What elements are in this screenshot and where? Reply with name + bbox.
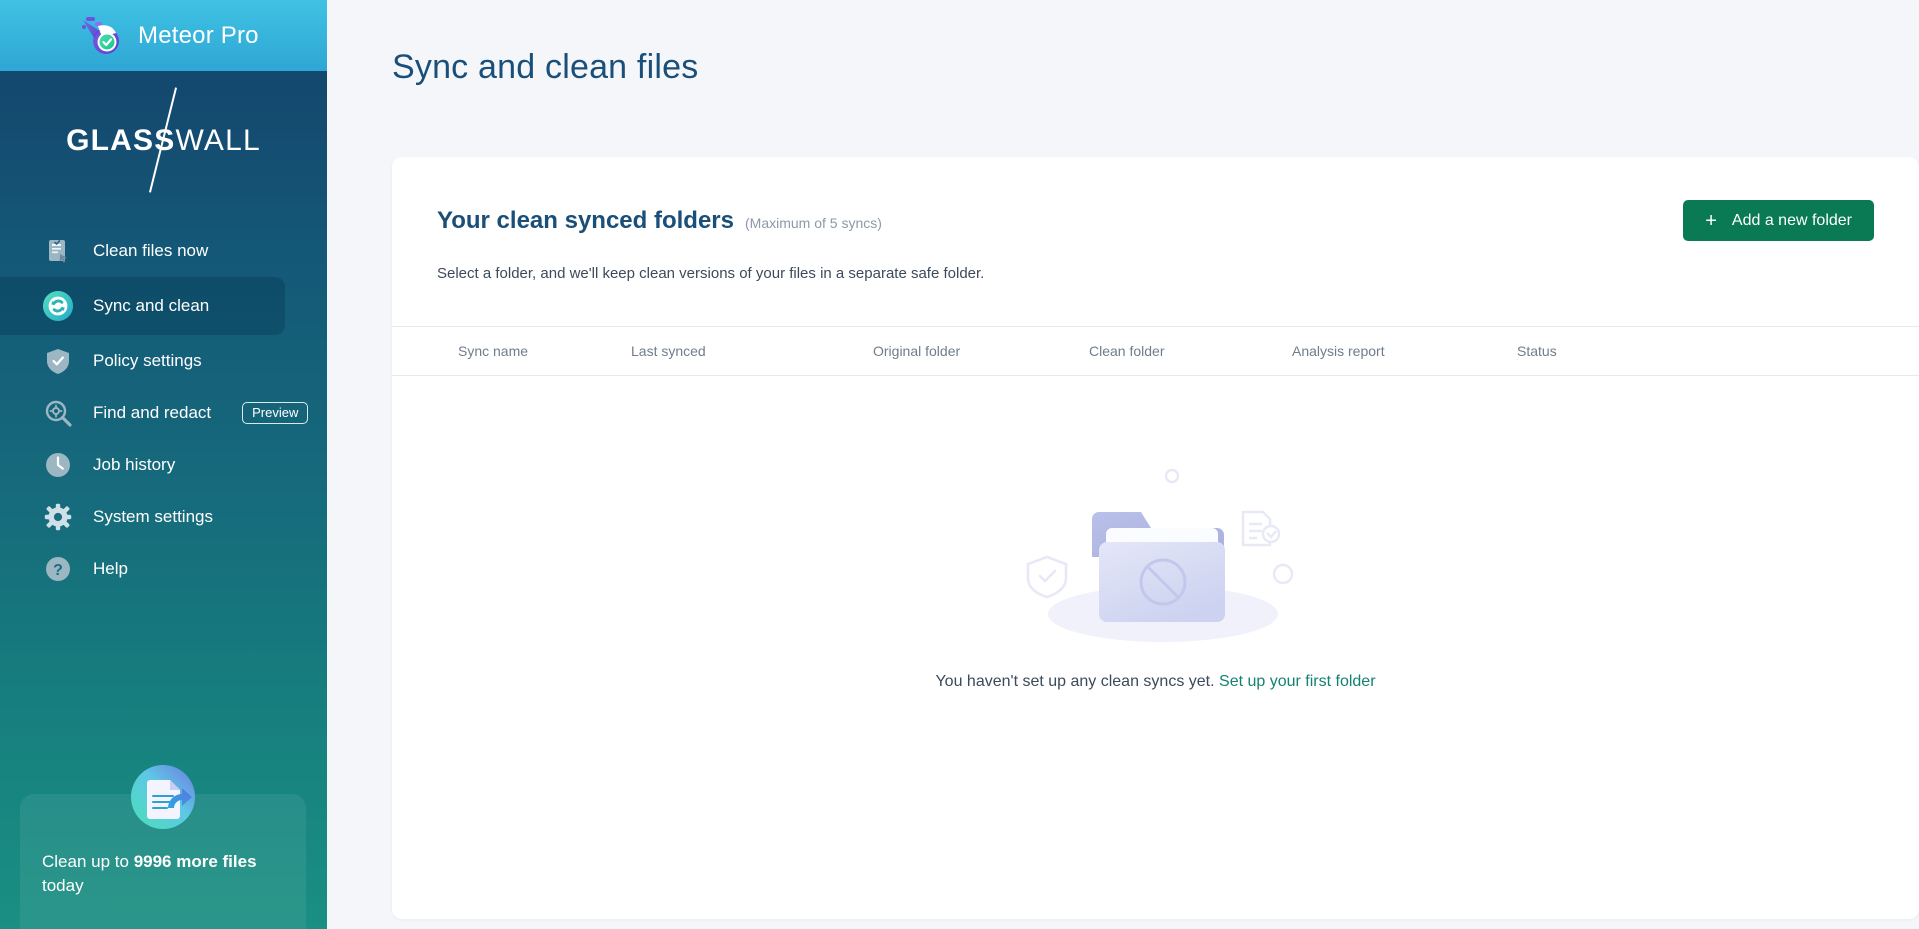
sidebar-item-system-settings[interactable]: System settings [0, 491, 327, 543]
sidebar-item-label: Clean files now [93, 241, 209, 260]
sidebar: Meteor Pro GLASSWALL Clean files now Syn… [0, 0, 327, 929]
empty-state-message-row: You haven't set up any clean syncs yet. … [935, 673, 1375, 691]
sidebar-item-job-history[interactable]: Job history [0, 439, 327, 491]
main-content: Sync and clean files Your clean synced f… [327, 0, 1919, 929]
synced-folders-card: Your clean synced folders (Maximum of 5 … [392, 157, 1919, 919]
sync-refresh-icon [42, 290, 74, 322]
page-title: Sync and clean files [392, 48, 699, 86]
table-header-row: Sync name Last synced Original folder Cl… [392, 327, 1919, 375]
plus-icon: + [1705, 209, 1717, 232]
magnifier-gear-icon [42, 397, 74, 429]
empty-state-message: You haven't set up any clean syncs yet. [935, 673, 1215, 690]
glasswall-logo: GLASSWALL [0, 81, 327, 201]
sidebar-item-label: Find and redact [93, 403, 212, 422]
column-header-original-folder: Original folder [873, 343, 961, 359]
sidebar-item-find-and-redact[interactable]: Find and redact Preview [0, 387, 327, 439]
sidebar-item-label: Job history [93, 455, 176, 474]
gear-icon [42, 501, 74, 533]
status-badge-preview: Preview [242, 402, 309, 424]
svg-text:?: ? [53, 562, 63, 579]
column-header-clean-folder: Clean folder [1089, 343, 1165, 359]
column-header-status: Status [1517, 343, 1557, 359]
promo-card[interactable]: Clean up to 9996 more files today [20, 764, 306, 929]
card-subtitle: (Maximum of 5 syncs) [745, 215, 882, 231]
empty-state: You haven't set up any clean syncs yet. … [392, 376, 1919, 691]
add-new-folder-button[interactable]: + Add a new folder [1683, 200, 1874, 241]
clock-icon [42, 449, 74, 481]
column-header-last-synced: Last synced [631, 343, 706, 359]
brand-bar: Meteor Pro [0, 0, 327, 71]
document-check-cursor-icon [42, 235, 74, 267]
add-new-folder-label: Add a new folder [1731, 211, 1852, 229]
sidebar-item-label: Policy settings [93, 351, 202, 370]
shield-check-icon [42, 345, 74, 377]
app-root: Meteor Pro GLASSWALL Clean files now Syn… [0, 0, 1919, 929]
sidebar-item-help[interactable]: ? Help [0, 543, 327, 595]
card-header: Your clean synced folders (Maximum of 5 … [392, 157, 1919, 282]
promo-text-before: Clean up to [42, 851, 134, 871]
meteor-check-icon [78, 13, 124, 59]
sidebar-nav: Clean files now Sync and clean Policy se… [0, 225, 327, 595]
sidebar-item-clean-files-now[interactable]: Clean files now [0, 225, 327, 277]
folder-blocked-icon [1011, 462, 1301, 647]
sidebar-item-label: Help [93, 559, 128, 578]
sidebar-item-label: Sync and clean [93, 296, 210, 315]
logo-text-glass: GLASS [66, 124, 176, 157]
logo-text-wall: WALL [175, 124, 261, 157]
question-circle-icon: ? [42, 553, 74, 585]
promo-text-after: today [42, 876, 84, 896]
column-header-sync-name: Sync name [458, 343, 529, 359]
product-name: Meteor Pro [138, 21, 259, 49]
column-header-analysis-report: Analysis report [1292, 343, 1385, 359]
promo-count: 9996 more files [133, 851, 257, 871]
sidebar-item-sync-and-clean[interactable]: Sync and clean [0, 277, 285, 335]
document-refresh-icon [124, 758, 202, 836]
card-description: Select a folder, and we'll keep clean ve… [437, 265, 985, 282]
sidebar-item-policy-settings[interactable]: Policy settings [0, 335, 327, 387]
sidebar-item-label: System settings [93, 507, 213, 526]
setup-first-folder-link[interactable]: Set up your first folder [1219, 673, 1376, 690]
card-title: Your clean synced folders [437, 207, 734, 234]
